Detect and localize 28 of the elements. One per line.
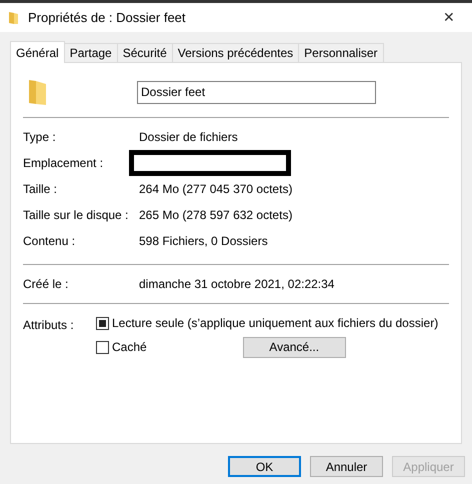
property-label: Taille :: [23, 181, 58, 198]
checkbox[interactable]: [96, 316, 109, 330]
tab[interactable]: Général: [10, 41, 65, 63]
tab[interactable]: Versions précédentes: [172, 43, 300, 62]
property-label: Emplacement :: [23, 155, 104, 172]
window-title: Propriétés de : Dossier feet: [28, 8, 186, 27]
property-label: Type :: [23, 129, 57, 146]
advanced-button[interactable]: Avancé...: [242, 336, 346, 358]
property-label: Contenu :: [23, 233, 76, 250]
property-label: Créé le :: [23, 276, 70, 293]
property-value: 264 Mo (277 045 370 octets): [139, 181, 292, 198]
checkbox[interactable]: [96, 340, 109, 354]
tab[interactable]: Personnaliser: [298, 43, 384, 62]
dialog-button[interactable]: OK: [228, 456, 301, 477]
checkbox-label: Lecture seule (s’applique uniquement aux fichiers du dossier): [112, 315, 438, 332]
property-value: 598 Fichiers, 0 Dossiers: [139, 233, 268, 250]
checkbox-label: Caché: [112, 339, 147, 356]
folder-icon: [8, 10, 20, 24]
property-label: Taille sur le disque :: [23, 207, 130, 224]
property-value: 265 Mo (278 597 632 octets): [139, 207, 292, 224]
property-label: Attributs :: [23, 317, 75, 334]
close-button[interactable]: ✕: [434, 6, 464, 30]
tab[interactable]: Partage: [64, 43, 118, 62]
dialog-button[interactable]: Annuler: [310, 456, 383, 477]
property-value: Dossier de fichiers: [139, 129, 238, 146]
property-value: dimanche 31 octobre 2021, 02:22:34: [139, 276, 334, 293]
folder-icon: [28, 78, 48, 106]
name-field[interactable]: Dossier feet: [137, 80, 376, 104]
